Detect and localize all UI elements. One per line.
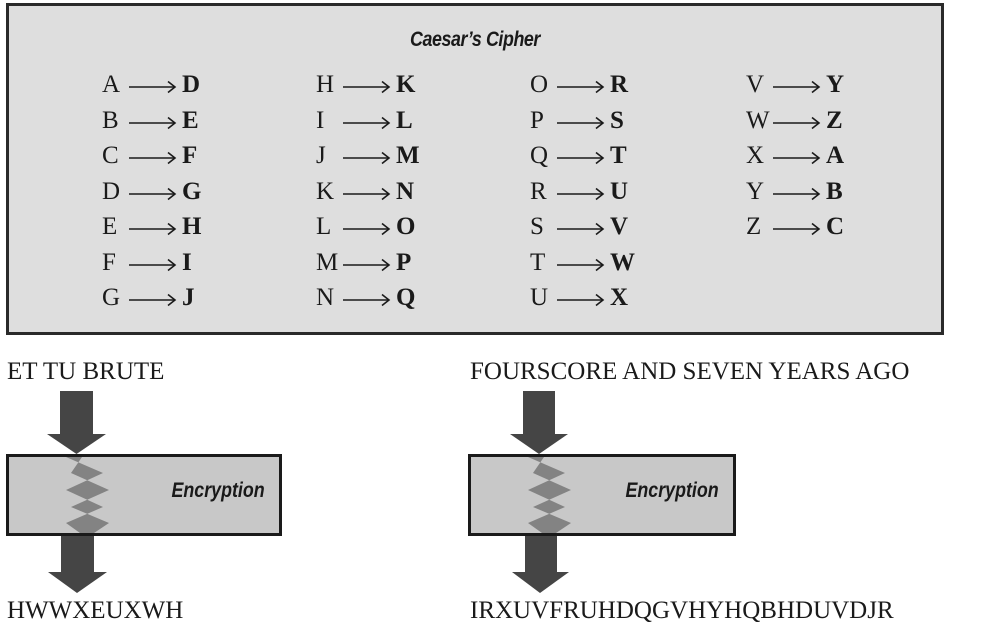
plain-letter: L <box>316 213 332 240</box>
output-arrow-icon <box>512 534 569 593</box>
encryption-label: Encryption <box>625 479 719 502</box>
plain-letter: C <box>102 142 119 169</box>
right-arrow-icon <box>343 151 391 165</box>
plain-letter: W <box>746 107 770 134</box>
right-arrow-icon <box>557 293 605 307</box>
plain-letter: D <box>102 178 121 205</box>
cipher-letter: T <box>610 142 627 169</box>
right-arrow-icon <box>557 116 605 130</box>
input-arrow-icon <box>47 391 106 454</box>
right-arrow-icon <box>343 258 391 272</box>
plain-letter: Y <box>746 178 765 205</box>
ciphertext-2: IRXUVFRUHDQGVHYHQBHDUVDJR <box>470 597 894 624</box>
plain-letter: B <box>102 107 119 134</box>
cipher-letter: W <box>610 249 635 276</box>
plain-letter: P <box>530 107 544 134</box>
encryption-box-2: Encryption <box>468 454 736 536</box>
cipher-letter: A <box>826 142 845 169</box>
right-arrow-icon <box>557 80 605 94</box>
plain-letter: M <box>316 249 339 276</box>
right-arrow-icon <box>343 222 391 236</box>
plain-letter: I <box>316 107 325 134</box>
plain-letter: T <box>530 249 546 276</box>
plain-letter: Q <box>530 142 549 169</box>
right-arrow-icon <box>343 80 391 94</box>
cipher-letter: Z <box>826 107 843 134</box>
cipher-letter: K <box>396 71 416 98</box>
right-arrow-icon <box>129 151 177 165</box>
plain-letter: S <box>530 213 544 240</box>
plain-letter: F <box>102 249 116 276</box>
plain-letter: R <box>530 178 547 205</box>
plain-letter: J <box>316 142 326 169</box>
plaintext-2: FOURSCORE AND SEVEN YEARS AGO <box>470 358 910 385</box>
plaintext-1: ET TU BRUTE <box>7 358 165 385</box>
cipher-letter: G <box>182 178 202 205</box>
plain-letter: Z <box>746 213 762 240</box>
cipher-letter: D <box>182 71 201 98</box>
ciphertext-1: HWWXEUXWH <box>7 597 184 624</box>
right-arrow-icon <box>129 187 177 201</box>
right-arrow-icon <box>773 80 821 94</box>
right-arrow-icon <box>129 116 177 130</box>
zigzag-icon <box>528 457 571 533</box>
cipher-letter: S <box>610 107 624 134</box>
zigzag-icon <box>66 457 109 533</box>
plain-letter: H <box>316 71 335 98</box>
cipher-letter: Y <box>826 71 845 98</box>
encryption-box-1: Encryption <box>6 454 282 536</box>
cipher-letter: V <box>610 213 629 240</box>
plain-letter: G <box>102 284 121 311</box>
right-arrow-icon <box>343 116 391 130</box>
plain-letter: X <box>746 142 765 169</box>
input-arrow-icon <box>510 391 568 454</box>
right-arrow-icon <box>129 80 177 94</box>
plain-letter: E <box>102 213 118 240</box>
cipher-letter: L <box>396 107 413 134</box>
right-arrow-icon <box>773 222 821 236</box>
right-arrow-icon <box>773 187 821 201</box>
encryption-label: Encryption <box>171 479 265 502</box>
cipher-letter: O <box>396 213 416 240</box>
plain-letter: A <box>102 71 121 98</box>
right-arrow-icon <box>129 258 177 272</box>
right-arrow-icon <box>557 222 605 236</box>
right-arrow-icon <box>773 151 821 165</box>
output-arrow-icon <box>48 534 107 593</box>
right-arrow-icon <box>557 151 605 165</box>
cipher-letter: C <box>826 213 845 240</box>
cipher-letter: F <box>182 142 198 169</box>
cipher-letter: M <box>396 142 420 169</box>
plain-letter: U <box>530 284 549 311</box>
cipher-letter: N <box>396 178 415 205</box>
right-arrow-icon <box>773 116 821 130</box>
right-arrow-icon <box>343 293 391 307</box>
cipher-table: Caesar’s Cipher A D B E C F D G E H F I G J H K I L J M K N L O… <box>6 3 944 335</box>
cipher-letter: B <box>826 178 843 205</box>
cipher-letter: H <box>182 213 202 240</box>
plain-letter: O <box>530 71 549 98</box>
plain-letter: K <box>316 178 335 205</box>
cipher-letter: P <box>396 249 412 276</box>
cipher-letter: Q <box>396 284 416 311</box>
cipher-letter: I <box>182 249 192 276</box>
right-arrow-icon <box>343 187 391 201</box>
cipher-letter: J <box>182 284 195 311</box>
right-arrow-icon <box>129 293 177 307</box>
right-arrow-icon <box>129 222 177 236</box>
plain-letter: V <box>746 71 765 98</box>
cipher-letter: X <box>610 284 629 311</box>
right-arrow-icon <box>557 258 605 272</box>
cipher-letter: E <box>182 107 199 134</box>
cipher-letter: U <box>610 178 629 205</box>
cipher-title: Caesar’s Cipher <box>410 28 540 51</box>
plain-letter: N <box>316 284 335 311</box>
right-arrow-icon <box>557 187 605 201</box>
cipher-letter: R <box>610 71 629 98</box>
